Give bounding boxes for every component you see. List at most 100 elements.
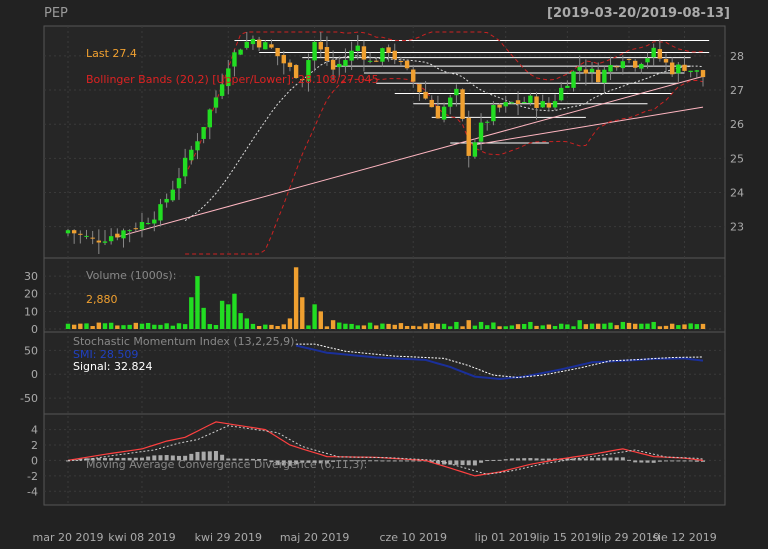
volume-bar (386, 323, 391, 329)
x-tick-label: kwi 29 2019 (195, 531, 262, 544)
volume-bar (515, 324, 521, 329)
volume-bar (466, 320, 471, 329)
candle-body (380, 48, 385, 62)
volume-bar (441, 323, 447, 329)
candle-body (589, 68, 595, 73)
candle-body (343, 60, 348, 67)
volume-tick-label: 20 (24, 288, 38, 301)
candle-body (577, 66, 582, 71)
macd-histogram-bar (651, 460, 656, 463)
candle-body (509, 102, 515, 104)
candle-body (324, 47, 330, 61)
candle-body (454, 88, 459, 96)
volume-bar (485, 325, 490, 329)
volume-bar (404, 325, 410, 329)
volume-bar (614, 325, 619, 329)
candle-body (170, 189, 176, 201)
volume-bar (448, 326, 453, 329)
volume-bar (626, 322, 632, 329)
candle-body (669, 62, 675, 75)
volume-bar (639, 323, 644, 329)
candle-body (287, 62, 293, 67)
volume-bar (478, 321, 484, 329)
candle-body (682, 64, 687, 71)
candle-body (448, 97, 453, 107)
volume-bar (281, 324, 286, 329)
macd-histogram-bar (516, 458, 521, 461)
volume-bar (158, 324, 163, 329)
candle-body (238, 49, 243, 55)
candle-body (460, 89, 465, 119)
volume-bar (367, 322, 373, 329)
volume-bar (657, 326, 663, 329)
macd-histogram-bar (688, 460, 693, 462)
macd-tick-label: -2 (27, 470, 38, 483)
macd-histogram-bar (590, 458, 595, 461)
volume-bar (589, 323, 595, 329)
candle-body (657, 49, 663, 59)
macd-histogram-bar (368, 460, 373, 462)
candle-body (688, 70, 693, 73)
candle-body (398, 61, 404, 63)
signal-value-label: Signal: 32.824 (73, 360, 152, 373)
candle-body (71, 230, 77, 234)
macd-histogram-bar (509, 458, 514, 461)
volume-bar (226, 304, 231, 329)
volume-bar (337, 322, 342, 329)
candle-body (349, 50, 354, 61)
volume-bar (324, 326, 330, 329)
volume-bar (497, 326, 502, 329)
candle-body (330, 59, 336, 70)
volume-value: 2,880 (86, 293, 118, 306)
candle-body (534, 96, 539, 108)
macd-histogram-bar (676, 460, 681, 462)
volume-bar (343, 323, 348, 329)
candle-body (176, 178, 182, 189)
volume-bar (559, 323, 564, 329)
candle-body (429, 99, 434, 108)
macd-histogram-bar (694, 460, 699, 462)
volume-bar (244, 318, 249, 329)
candle-body (645, 58, 650, 63)
candle-body (263, 42, 268, 50)
macd-tick-label: 0 (31, 454, 38, 467)
macd-histogram-bar (645, 460, 650, 463)
volume-bar (355, 325, 360, 329)
candle-body (485, 121, 490, 123)
volume-bar (423, 323, 428, 329)
macd-histogram-bar (596, 457, 601, 461)
volume-bar (503, 326, 508, 329)
candle-body (497, 104, 502, 108)
volume-tick-label: 30 (24, 270, 38, 283)
volume-bar (78, 323, 83, 329)
candle-body (195, 141, 200, 151)
macd-histogram-bar (411, 460, 416, 462)
volume-bar (429, 322, 434, 329)
candle-body (207, 109, 212, 128)
macd-tick-label: 2 (31, 439, 38, 452)
volume-bar (491, 322, 496, 329)
volume-bar (121, 325, 126, 329)
macd-histogram-bar (534, 458, 539, 461)
smi-tick-label: -50 (20, 392, 38, 405)
macd-histogram-bar (670, 460, 675, 462)
volume-bar (577, 320, 582, 329)
volume-bar (306, 325, 311, 329)
volume-bar (71, 324, 77, 329)
x-tick-label: cze 10 2019 (379, 531, 447, 544)
macd-histogram-bar (386, 460, 391, 462)
macd-histogram-bar (503, 459, 508, 461)
macd-histogram-bar (454, 460, 459, 465)
volume-bar (269, 324, 274, 329)
volume-bar (232, 293, 237, 329)
candle-body (522, 102, 527, 104)
candle-body (552, 101, 558, 108)
price-tick-label: 25 (730, 152, 744, 165)
candlestick-chart: 2324252627280102030-50050-4-2024mar 20 2… (20, 25, 744, 544)
volume-bar (318, 311, 323, 329)
macd-histogram-bar (398, 460, 403, 462)
candle-body (694, 70, 700, 72)
candle-body (367, 60, 373, 62)
volume-bar (411, 325, 416, 329)
macd-histogram-bar (405, 460, 410, 462)
